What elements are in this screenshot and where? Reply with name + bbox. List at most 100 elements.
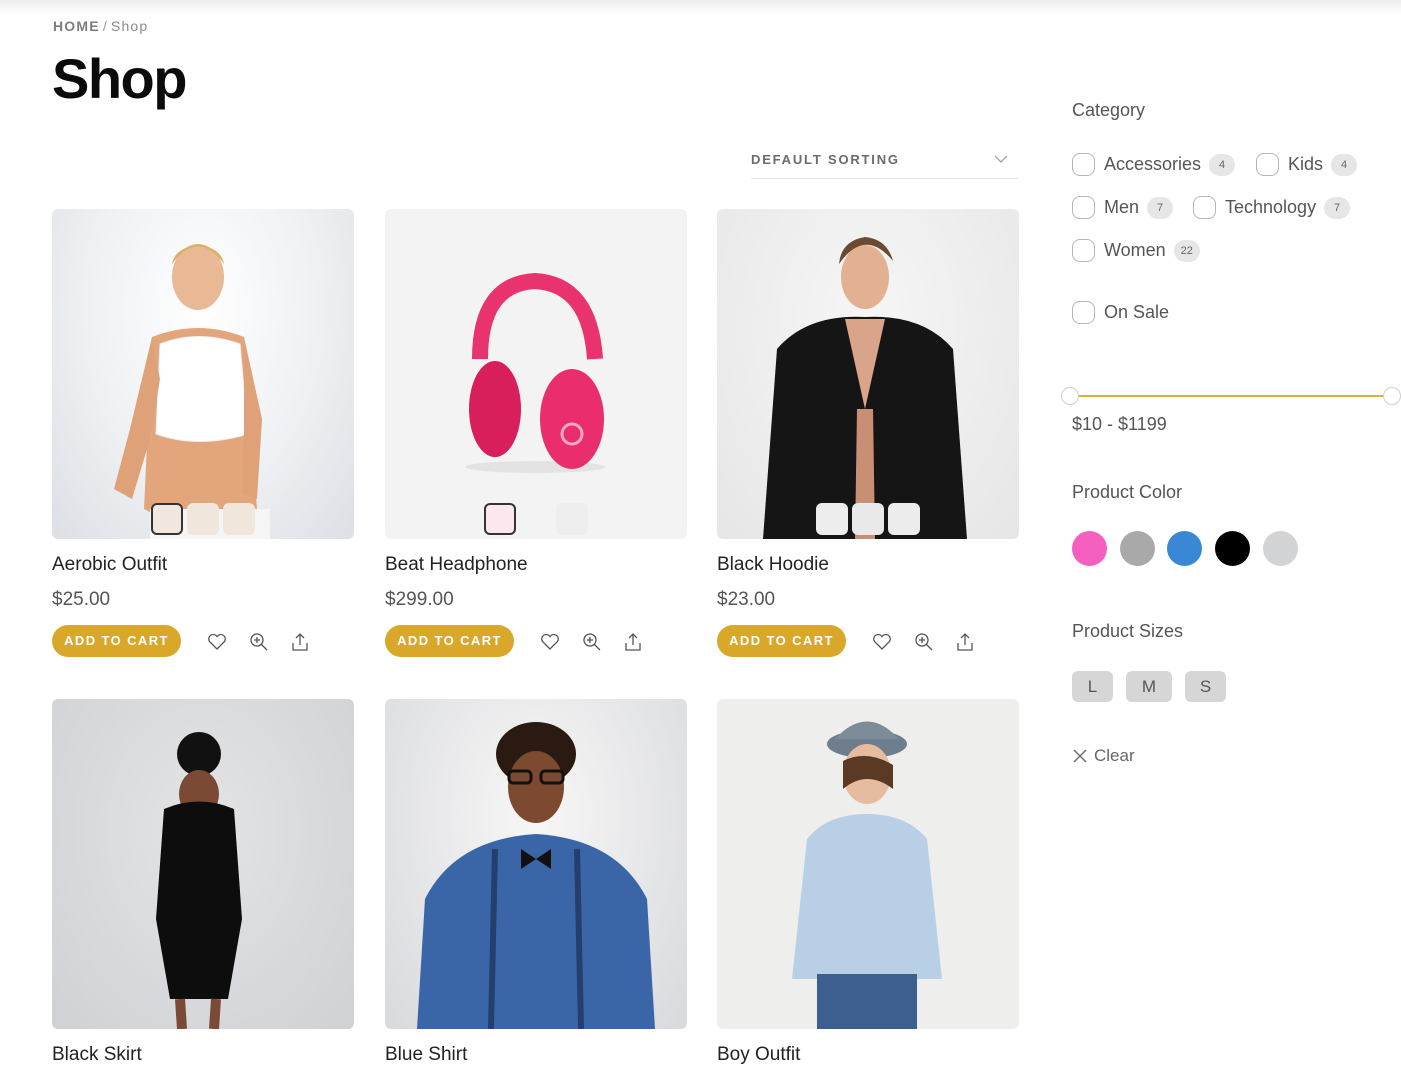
headphone-figure (465, 272, 605, 473)
product-name[interactable]: Boy Outfit (717, 1044, 800, 1066)
thumbnail[interactable] (852, 503, 884, 535)
sorting-dropdown[interactable]: DEFAULT SORTING (751, 146, 1018, 179)
product-sizes-heading: Product Sizes (1072, 621, 1184, 641)
checkbox[interactable] (1256, 153, 1279, 176)
product-card: Blue Shirt (385, 699, 687, 1065)
heart-icon[interactable] (871, 631, 893, 653)
category-label: Men (1104, 197, 1140, 217)
model-figure (417, 722, 655, 1029)
clear-filters-button[interactable]: Clear (1072, 746, 1135, 766)
category-count: 7 (1147, 196, 1174, 219)
zoom-in-icon[interactable] (248, 631, 270, 653)
category-technology[interactable]: Technology 7 (1193, 196, 1351, 219)
product-name[interactable]: Aerobic Outfit (52, 554, 167, 576)
category-accessories[interactable]: Accessories 4 (1072, 153, 1236, 176)
category-men[interactable]: Men 7 (1072, 196, 1174, 219)
image-thumbnails (717, 503, 1019, 535)
product-name[interactable]: Black Hoodie (717, 554, 829, 576)
product-name[interactable]: Blue Shirt (385, 1044, 467, 1066)
model-figure (156, 732, 242, 1029)
product-price: $25.00 (52, 589, 111, 610)
color-swatch-blue[interactable] (1167, 531, 1202, 566)
zoom-in-icon[interactable] (581, 631, 603, 653)
thumbnail[interactable] (484, 503, 516, 535)
checkbox[interactable] (1072, 153, 1095, 176)
product-color-heading: Product Color (1072, 482, 1183, 502)
add-to-cart-button[interactable]: ADD TO CART (717, 625, 846, 657)
model-figure (792, 721, 942, 1029)
share-icon[interactable] (289, 631, 311, 653)
add-to-cart-button[interactable]: ADD TO CART (52, 625, 181, 657)
category-count: 4 (1331, 153, 1358, 176)
price-range-slider[interactable] (1061, 386, 1401, 406)
breadcrumb: HOME / Shop (53, 18, 148, 34)
product-card: Black Hoodie $23.00 ADD TO CART (717, 209, 1019, 657)
thumbnail[interactable] (888, 503, 920, 535)
checkbox[interactable] (1072, 196, 1095, 219)
size-option-s[interactable]: S (1185, 671, 1226, 702)
page-title: Shop (52, 47, 187, 110)
color-swatch-gray[interactable] (1120, 531, 1155, 566)
category-count: 4 (1209, 153, 1236, 176)
category-label: Accessories (1104, 154, 1202, 174)
zoom-in-icon[interactable] (913, 631, 935, 653)
add-to-cart-button[interactable]: ADD TO CART (385, 625, 514, 657)
size-option-l[interactable]: L (1072, 671, 1113, 702)
checkbox[interactable] (1072, 301, 1095, 324)
product-card: Beat Headphone $299.00 ADD TO CART (385, 209, 687, 657)
heart-icon[interactable] (539, 631, 561, 653)
share-icon[interactable] (622, 631, 644, 653)
size-option-m[interactable]: M (1126, 671, 1172, 702)
on-sale-filter[interactable]: On Sale (1072, 301, 1169, 324)
model-figure (114, 244, 270, 539)
price-range-label: $10 - $1199 (1072, 414, 1167, 434)
top-shadow (0, 0, 1401, 14)
breadcrumb-separator: / (102, 18, 108, 34)
slider-min-handle[interactable] (1061, 387, 1079, 405)
color-swatch-pink[interactable] (1072, 531, 1107, 566)
product-price: $299.00 (385, 589, 454, 610)
product-price: $23.00 (717, 589, 776, 610)
product-card: Boy Outfit (717, 699, 1019, 1065)
heart-icon[interactable] (206, 631, 228, 653)
sorting-selected: DEFAULT SORTING (751, 152, 900, 167)
product-image[interactable] (52, 699, 354, 1029)
thumbnail[interactable] (816, 503, 848, 535)
category-heading: Category (1072, 100, 1146, 120)
checkbox[interactable] (1193, 196, 1216, 219)
category-count: 22 (1173, 239, 1200, 262)
product-card: Black Skirt (52, 699, 354, 1065)
checkbox[interactable] (1072, 239, 1095, 262)
category-women[interactable]: Women 22 (1072, 239, 1200, 262)
thumbnail[interactable] (151, 503, 183, 535)
product-image[interactable] (385, 209, 687, 539)
product-image[interactable] (52, 209, 354, 539)
product-name[interactable]: Black Skirt (52, 1044, 142, 1066)
breadcrumb-current: Shop (110, 18, 149, 34)
breadcrumb-home-link[interactable]: HOME (53, 18, 100, 34)
thumbnail[interactable] (556, 503, 588, 535)
clear-label: Clear (1094, 746, 1135, 765)
category-label: Women (1104, 240, 1166, 260)
color-swatch-black[interactable] (1215, 531, 1250, 566)
product-card: Aerobic Outfit $25.00 ADD TO CART (52, 209, 354, 657)
product-image[interactable] (717, 209, 1019, 539)
share-icon[interactable] (954, 631, 976, 653)
product-image[interactable] (717, 699, 1019, 1029)
color-swatch-light-gray[interactable] (1263, 531, 1298, 566)
slider-max-handle[interactable] (1383, 387, 1401, 405)
thumbnail[interactable] (187, 503, 219, 535)
category-label: Kids (1288, 154, 1324, 174)
product-image[interactable] (385, 699, 687, 1029)
slider-track (1070, 395, 1392, 397)
product-name[interactable]: Beat Headphone (385, 554, 528, 576)
category-kids[interactable]: Kids 4 (1256, 153, 1358, 176)
thumbnail[interactable] (520, 503, 552, 535)
image-thumbnails (385, 503, 687, 535)
thumbnail[interactable] (223, 503, 255, 535)
category-count: 7 (1324, 196, 1351, 219)
image-thumbnails (52, 503, 354, 535)
model-figure (763, 237, 967, 539)
on-sale-label: On Sale (1104, 302, 1170, 322)
close-icon (1073, 749, 1087, 763)
